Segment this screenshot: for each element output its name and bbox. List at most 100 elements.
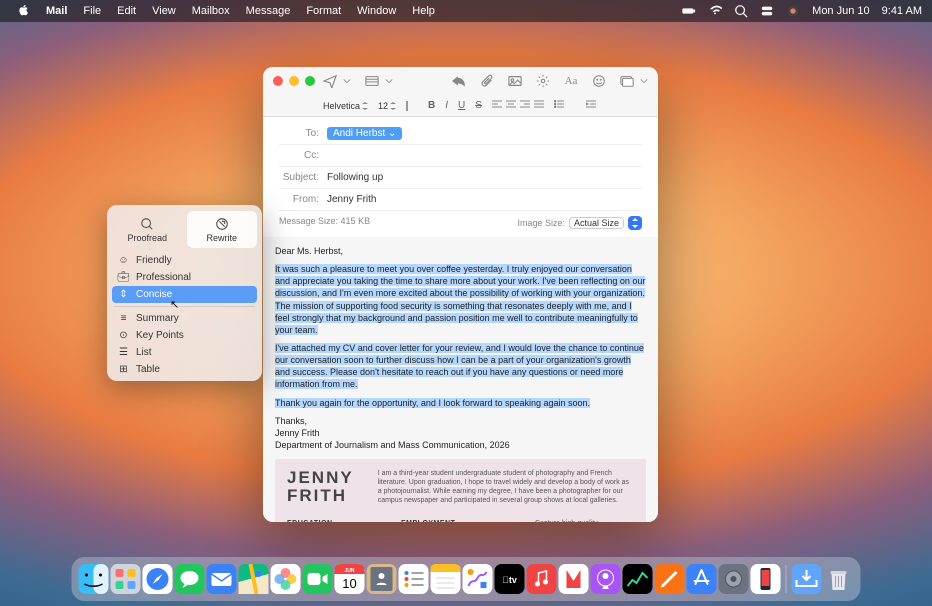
image-size-stepper[interactable] — [628, 216, 642, 230]
option-professional[interactable]: 💼︎Professional — [112, 269, 257, 286]
message-body[interactable]: Dear Ms. Herbst, It was such a pleasure … — [263, 237, 658, 522]
battery-icon[interactable] — [682, 4, 696, 18]
paragraph-3: Thank you again for the opportunity, and… — [275, 398, 590, 408]
option-summary[interactable]: ≡Summary — [112, 310, 257, 327]
recipient-pill[interactable]: Andi Herbst ⌄ — [327, 127, 402, 140]
reply-icon[interactable] — [452, 74, 466, 88]
bold-button[interactable]: B — [428, 100, 435, 111]
to-label: To: — [279, 128, 327, 139]
format-icon[interactable]: Aa — [564, 74, 578, 88]
cc-label: Cc: — [279, 150, 327, 161]
align-right-icon[interactable] — [520, 100, 530, 111]
font-family-select[interactable]: Helvetica — [323, 101, 368, 111]
menubar: Mail File Edit View Mailbox Message Form… — [0, 0, 932, 22]
option-table[interactable]: ⊞Table — [112, 361, 257, 378]
dock-notes[interactable] — [431, 564, 461, 594]
search-icon[interactable] — [734, 4, 748, 18]
option-key-points[interactable]: ⊙Key Points — [112, 327, 257, 344]
menu-view[interactable]: View — [144, 5, 184, 17]
menubar-date[interactable]: Mon Jun 10 — [812, 5, 869, 17]
send-icon[interactable] — [323, 74, 337, 88]
list-icon: ☰ — [118, 347, 129, 358]
dock-pages[interactable] — [655, 564, 685, 594]
option-list[interactable]: ☰List — [112, 344, 257, 361]
to-field[interactable]: Andi Herbst ⌄ — [327, 128, 642, 139]
align-center-icon[interactable] — [506, 100, 516, 111]
dock-freeform[interactable] — [463, 564, 493, 594]
dock-podcasts[interactable] — [591, 564, 621, 594]
writing-tools-popover: Proofread Rewrite ☺Friendly 💼︎Profession… — [107, 205, 262, 381]
dock-phone-mirror[interactable] — [751, 564, 781, 594]
font-size-select[interactable]: 12 — [378, 101, 396, 111]
dock-tv[interactable]: tv — [495, 564, 525, 594]
dock-contacts[interactable] — [367, 564, 397, 594]
italic-button[interactable]: I — [445, 100, 448, 111]
dock-trash[interactable] — [824, 564, 854, 594]
list-button-icon[interactable] — [554, 100, 566, 111]
siri-icon[interactable] — [786, 4, 800, 18]
chevron-down-icon[interactable] — [385, 74, 393, 88]
maximize-button[interactable] — [305, 76, 315, 86]
dock-news[interactable] — [559, 564, 589, 594]
menu-help[interactable]: Help — [404, 5, 443, 17]
menu-edit[interactable]: Edit — [109, 5, 144, 17]
link-icon[interactable] — [508, 74, 522, 88]
underline-button[interactable]: U — [458, 100, 465, 111]
emoji-icon[interactable] — [592, 74, 606, 88]
dock-photos[interactable] — [271, 564, 301, 594]
apple-menu[interactable] — [10, 4, 38, 19]
option-concise[interactable]: ⇕Concise — [112, 286, 257, 303]
align-left-icon[interactable] — [492, 100, 502, 111]
menubar-time[interactable]: 9:41 AM — [882, 5, 922, 17]
strike-button[interactable]: S — [475, 100, 482, 111]
image-size-select[interactable]: Actual Size — [569, 217, 624, 229]
tab-proofread[interactable]: Proofread — [112, 211, 183, 248]
chevron-down-icon[interactable] — [640, 74, 648, 88]
key-icon: ⊙ — [118, 330, 129, 341]
option-friendly[interactable]: ☺Friendly — [112, 252, 257, 269]
dock-maps[interactable] — [239, 564, 269, 594]
header-fields-icon[interactable] — [365, 74, 379, 88]
menu-window[interactable]: Window — [349, 5, 404, 17]
subject-field[interactable]: Following up — [327, 172, 642, 183]
menu-format[interactable]: Format — [298, 5, 349, 17]
attach-icon[interactable] — [480, 74, 494, 88]
menu-mailbox[interactable]: Mailbox — [184, 5, 238, 17]
gear-icon[interactable] — [536, 74, 550, 88]
paragraph-2: I've attached my CV and cover letter for… — [275, 343, 644, 389]
dock-mail[interactable] — [207, 564, 237, 594]
from-field[interactable]: Jenny Frith — [327, 194, 642, 205]
wifi-icon[interactable] — [708, 4, 722, 18]
dock-stocks[interactable] — [623, 564, 653, 594]
titlebar[interactable]: Aa — [263, 67, 658, 95]
compose-window: Aa Helvetica 12 B I U S To: Andi Herbst … — [263, 67, 658, 522]
message-size-label: Message Size: — [279, 216, 338, 226]
dock-facetime[interactable] — [303, 564, 333, 594]
svg-text:tv: tv — [502, 575, 517, 585]
menu-file[interactable]: File — [75, 5, 109, 17]
dock-finder[interactable] — [79, 564, 109, 594]
close-button[interactable] — [273, 76, 283, 86]
photo-browser-icon[interactable] — [620, 74, 634, 88]
chevron-down-icon[interactable] — [343, 74, 351, 88]
control-center-icon[interactable] — [760, 4, 774, 18]
dock-launchpad[interactable] — [111, 564, 141, 594]
attachment-preview[interactable]: JENNYFRITH I am a third-year student und… — [275, 459, 646, 522]
header-fields: To: Andi Herbst ⌄ Cc: Subject: Following… — [263, 117, 658, 237]
dock-appstore[interactable] — [687, 564, 717, 594]
dock-downloads[interactable] — [792, 564, 822, 594]
menu-message[interactable]: Message — [238, 5, 299, 17]
indent-inc-icon[interactable] — [586, 100, 596, 111]
dock-safari[interactable] — [143, 564, 173, 594]
align-justify-icon[interactable] — [534, 100, 544, 111]
tab-rewrite[interactable]: Rewrite — [187, 211, 258, 248]
minimize-button[interactable] — [289, 76, 299, 86]
closing: Thanks, — [275, 415, 646, 427]
dock-music[interactable] — [527, 564, 557, 594]
text-color-picker[interactable] — [406, 101, 408, 111]
dock-reminders[interactable] — [399, 564, 429, 594]
dock-messages[interactable] — [175, 564, 205, 594]
dock-calendar[interactable]: JUN10 — [335, 564, 365, 594]
app-name[interactable]: Mail — [38, 5, 75, 17]
dock-settings[interactable] — [719, 564, 749, 594]
